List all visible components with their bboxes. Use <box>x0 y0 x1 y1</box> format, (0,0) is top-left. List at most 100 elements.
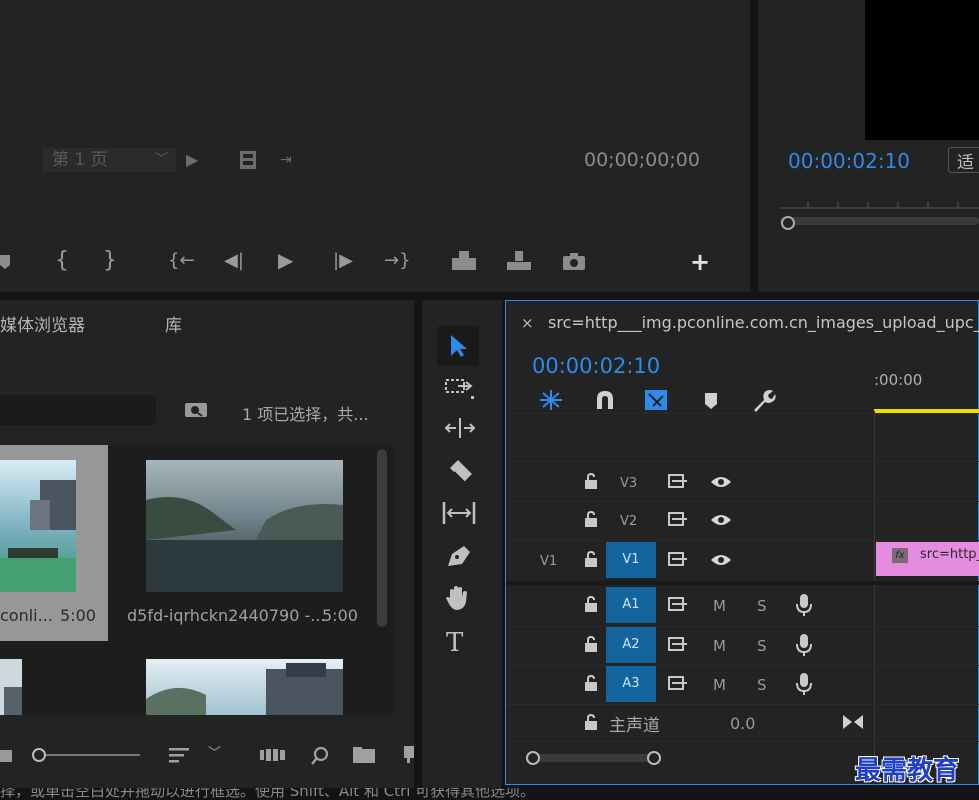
lock-icon[interactable] <box>584 596 598 612</box>
clip-item[interactable]: conli... 5:00 <box>0 445 108 641</box>
ripple-edit-tool-icon[interactable] <box>444 416 476 442</box>
timeline-timecode[interactable]: 00:00:02:10 <box>532 354 660 378</box>
mute-button[interactable]: M <box>713 637 726 655</box>
mark-in-icon[interactable]: { <box>55 250 69 272</box>
selection-arrow-icon <box>451 335 467 357</box>
marker-icon[interactable] <box>0 253 12 271</box>
add-button-icon[interactable]: + <box>690 250 710 274</box>
fit-select[interactable]: 适 <box>948 147 979 173</box>
lock-icon[interactable] <box>584 473 598 489</box>
solo-button[interactable]: S <box>757 637 767 655</box>
lock-icon[interactable] <box>584 511 598 527</box>
go-to-in-icon[interactable]: {← <box>168 252 195 270</box>
scrollbar[interactable] <box>377 449 387 627</box>
video-audio-divider <box>506 581 979 585</box>
linked-selection-icon[interactable] <box>643 388 669 412</box>
clip-thumbnail[interactable] <box>146 659 343 715</box>
find-icon[interactable] <box>184 400 208 420</box>
clip-thumbnail <box>0 460 76 592</box>
track-v1[interactable]: V1 V1 <box>506 542 874 580</box>
timeline-scroll-bar[interactable] <box>524 749 664 767</box>
lock-icon[interactable] <box>584 636 598 652</box>
eye-icon[interactable] <box>710 513 732 527</box>
sort-icon[interactable] <box>168 746 190 764</box>
sync-lock-icon[interactable] <box>668 675 688 691</box>
new-bin-icon[interactable] <box>353 747 375 763</box>
microphone-icon[interactable] <box>796 593 812 617</box>
track-master[interactable]: 主声道 0.0 <box>506 705 874 743</box>
sync-lock-icon[interactable] <box>668 473 688 489</box>
type-tool-icon[interactable]: T <box>446 630 463 656</box>
new-item-icon[interactable] <box>402 746 414 764</box>
tab-library[interactable]: 库 <box>165 311 182 336</box>
chevron-down-icon: ﹀ <box>154 152 168 167</box>
folder-icon[interactable] <box>0 747 12 763</box>
search-icon[interactable] <box>310 746 330 766</box>
sequence-tab[interactable]: src=http___img.pconline.com.cn_images_up… <box>548 313 979 332</box>
chevron-down-icon[interactable]: ﹀ <box>208 747 221 760</box>
lock-icon[interactable] <box>584 675 598 691</box>
track-name[interactable]: A2 <box>606 627 656 663</box>
sync-lock-icon[interactable] <box>668 636 688 652</box>
wrench-icon[interactable] <box>750 388 776 414</box>
track-v2[interactable]: V2 <box>506 503 874 541</box>
camera-icon[interactable] <box>562 252 586 270</box>
timeline-panel: × src=http___img.pconline.com.cn_images_… <box>505 300 979 786</box>
clip-item[interactable]: d5fd-iqrhckn2440790 -... 5:00 <box>118 445 374 641</box>
microphone-icon[interactable] <box>796 672 812 696</box>
media-browser-panel: 媒体浏览器 库 1 项已选择，共... conli... 5:00 d5fd-i… <box>0 300 414 788</box>
sync-lock-icon[interactable] <box>668 511 688 527</box>
close-icon[interactable]: × <box>521 314 534 332</box>
track-a3[interactable]: A3 M S <box>506 666 874 704</box>
program-scrubber[interactable] <box>778 190 979 230</box>
snap-magnet-icon[interactable] <box>594 389 616 411</box>
zoom-slider[interactable] <box>30 746 150 764</box>
selection-tool[interactable] <box>437 326 479 366</box>
mute-button[interactable]: M <box>713 597 726 615</box>
tab-media-browser[interactable]: 媒体浏览器 <box>0 311 85 336</box>
microphone-icon[interactable] <box>796 633 812 657</box>
track-a2[interactable]: A2 M S <box>506 627 874 665</box>
master-volume-value[interactable]: 0.0 <box>730 714 755 733</box>
pen-tool-icon[interactable] <box>444 542 476 570</box>
insert-icon[interactable] <box>448 250 480 272</box>
go-to-out-icon[interactable]: →} <box>384 252 411 270</box>
clip-name: d5fd-iqrhckn2440790 -... <box>127 606 326 625</box>
go-to-in-out-icon[interactable] <box>842 713 864 731</box>
lock-icon[interactable] <box>584 551 598 567</box>
track-a1[interactable]: A1 M S <box>506 587 874 625</box>
nest-icon[interactable] <box>538 388 564 412</box>
mute-button[interactable]: M <box>713 676 726 694</box>
slip-tool-icon[interactable] <box>442 500 476 526</box>
track-name[interactable]: V1 <box>606 542 656 578</box>
storyboard-icon[interactable] <box>260 748 286 762</box>
timeline-clip[interactable]: fx src=http_ <box>876 542 979 576</box>
source-patch-v1[interactable]: V1 <box>540 554 557 569</box>
film-icon[interactable] <box>238 150 258 170</box>
play-small-icon[interactable]: ▶ <box>186 152 198 168</box>
lock-icon[interactable] <box>584 714 598 730</box>
track-name[interactable]: A3 <box>606 666 656 702</box>
track-name[interactable]: A1 <box>606 587 656 623</box>
fast-forward-icon[interactable]: ⇥ <box>280 153 292 167</box>
track-v3[interactable]: V3 <box>506 463 874 501</box>
sync-lock-icon[interactable] <box>668 596 688 612</box>
solo-button[interactable]: S <box>757 676 767 694</box>
solo-button[interactable]: S <box>757 597 767 615</box>
sync-lock-icon[interactable] <box>668 551 688 567</box>
step-forward-icon[interactable]: |▶ <box>333 252 353 270</box>
eye-icon[interactable] <box>710 475 732 489</box>
hand-tool-icon[interactable] <box>444 584 474 612</box>
razor-tool-icon[interactable] <box>444 458 476 486</box>
step-back-icon[interactable]: ◀| <box>224 252 244 270</box>
add-marker-icon[interactable] <box>704 392 718 410</box>
eye-icon[interactable] <box>710 553 732 567</box>
mark-out-icon[interactable]: } <box>103 250 117 272</box>
clip-thumbnail[interactable] <box>0 659 22 715</box>
play-icon[interactable]: ▶ <box>278 250 293 270</box>
overwrite-icon[interactable] <box>503 250 535 272</box>
search-input[interactable] <box>0 395 156 425</box>
track-select-tool-icon[interactable] <box>444 376 476 402</box>
page-select[interactable]: 第 1 页 ﹀ <box>42 148 176 172</box>
program-timecode[interactable]: 00:00:02:10 <box>788 149 910 173</box>
